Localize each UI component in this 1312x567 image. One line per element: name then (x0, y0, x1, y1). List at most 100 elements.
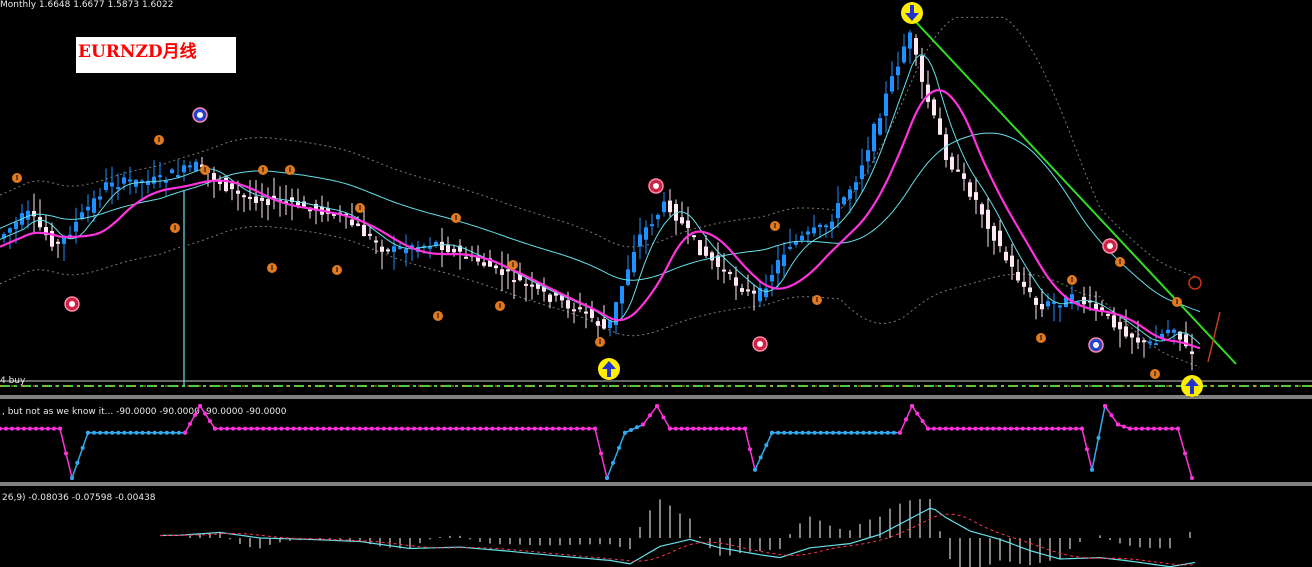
oscillator-dot (188, 421, 192, 426)
candle-body (524, 283, 528, 286)
oscillator-dot (991, 426, 996, 431)
oscillator-dot (158, 430, 163, 435)
oscillator-dot (758, 455, 763, 460)
oscillator-dot (725, 426, 730, 431)
oscillator-dot (52, 426, 56, 431)
oscillator-dot (40, 426, 44, 431)
oscillator-dot (261, 426, 266, 431)
oscillator-dot (764, 443, 769, 448)
oscillator-dot (818, 430, 823, 435)
oscillator-dot (10, 426, 14, 431)
oscillator-dot (255, 426, 260, 431)
oscillator-dot (243, 426, 248, 431)
oscillator-dot (273, 426, 278, 431)
oscillator-dot (70, 476, 74, 480)
candle-body (248, 196, 252, 199)
candle-body (110, 182, 114, 187)
candle-body (1040, 304, 1044, 310)
candle-body (494, 265, 498, 269)
oscillator-dot (719, 426, 724, 431)
signal-dot-center (757, 341, 763, 347)
candle-body (530, 284, 534, 287)
candle-body (152, 176, 156, 184)
candle-body (428, 246, 432, 249)
candle-body (1004, 251, 1008, 261)
candle-body (896, 66, 900, 76)
oscillator-dot (550, 426, 555, 431)
oscillator-dot (611, 460, 615, 465)
oscillator-dot (861, 430, 866, 435)
oscillator-dot (369, 426, 374, 431)
oscillator-dot (837, 430, 842, 435)
oscillator-dot (436, 426, 441, 431)
candle-body (350, 219, 354, 226)
oscillator-dot (673, 426, 678, 431)
oscillator-dot (237, 426, 242, 431)
oscillator-dot (170, 430, 175, 435)
oscillator-dot (743, 426, 747, 431)
candle-body (1190, 351, 1194, 355)
oscillator-header: , but not as we know it... -90.0000 -90.… (2, 407, 287, 417)
candle-body (872, 123, 876, 152)
oscillator-dot (267, 426, 272, 431)
oscillator-dot (291, 426, 296, 431)
oscillator-dot (691, 426, 696, 431)
candle-body (788, 246, 792, 249)
oscillator-dot (1183, 451, 1187, 456)
oscillator-dot (574, 426, 579, 431)
signal-dot-center (1093, 342, 1099, 348)
candle-body (368, 233, 372, 236)
candle-body (602, 319, 606, 329)
oscillator-dot (849, 430, 854, 435)
candle-body (680, 217, 684, 224)
candle-body (806, 231, 810, 235)
oscillator-dot (824, 430, 829, 435)
chart-background (0, 0, 1312, 567)
candle-body (230, 183, 234, 190)
candle-body (224, 177, 228, 192)
oscillator-dot (297, 426, 302, 431)
oscillator-dot (198, 404, 202, 409)
main-header: Monthly 1.6648 1.6677 1.5873 1.6022 (0, 0, 173, 10)
oscillator-dot (315, 426, 320, 431)
candle-body (968, 182, 972, 197)
oscillator-dot (679, 426, 684, 431)
candle-body (644, 227, 648, 240)
candle-body (764, 288, 768, 298)
candle-body (578, 307, 582, 310)
oscillator-dot (363, 426, 368, 431)
candle-body (848, 189, 852, 199)
oscillator-dot (1056, 426, 1061, 431)
oscillator-dot (279, 426, 284, 431)
candle-body (776, 260, 780, 274)
candle-body (566, 300, 570, 309)
oscillator-dot (648, 413, 652, 418)
oscillator-dot (309, 426, 314, 431)
oscillator-dot (28, 426, 32, 431)
oscillator-dot (1032, 426, 1037, 431)
oscillator-dot (1176, 426, 1180, 431)
oscillator-dot (472, 426, 477, 431)
oscillator-dot (776, 430, 781, 435)
oscillator-dot (685, 426, 690, 431)
candle-body (386, 249, 390, 252)
candle-body (446, 244, 450, 253)
oscillator-dot (943, 426, 948, 431)
oscillator-dot (448, 426, 453, 431)
oscillator-dot (580, 426, 585, 431)
candle-body (1016, 272, 1020, 281)
oscillator-dot (231, 426, 236, 431)
oscillator-dot (931, 426, 936, 431)
oscillator-dot (16, 426, 20, 431)
candle-body (998, 230, 1002, 247)
oscillator-dot (526, 426, 531, 431)
candle-body (122, 177, 126, 184)
candle-body (548, 294, 552, 302)
candle-body (74, 221, 78, 232)
candle-body (890, 76, 894, 92)
signal-dot-center (1107, 243, 1113, 249)
oscillator-dot (1038, 426, 1043, 431)
oscillator-dot (806, 430, 811, 435)
candle-body (104, 182, 108, 191)
candle-body (1034, 297, 1038, 305)
